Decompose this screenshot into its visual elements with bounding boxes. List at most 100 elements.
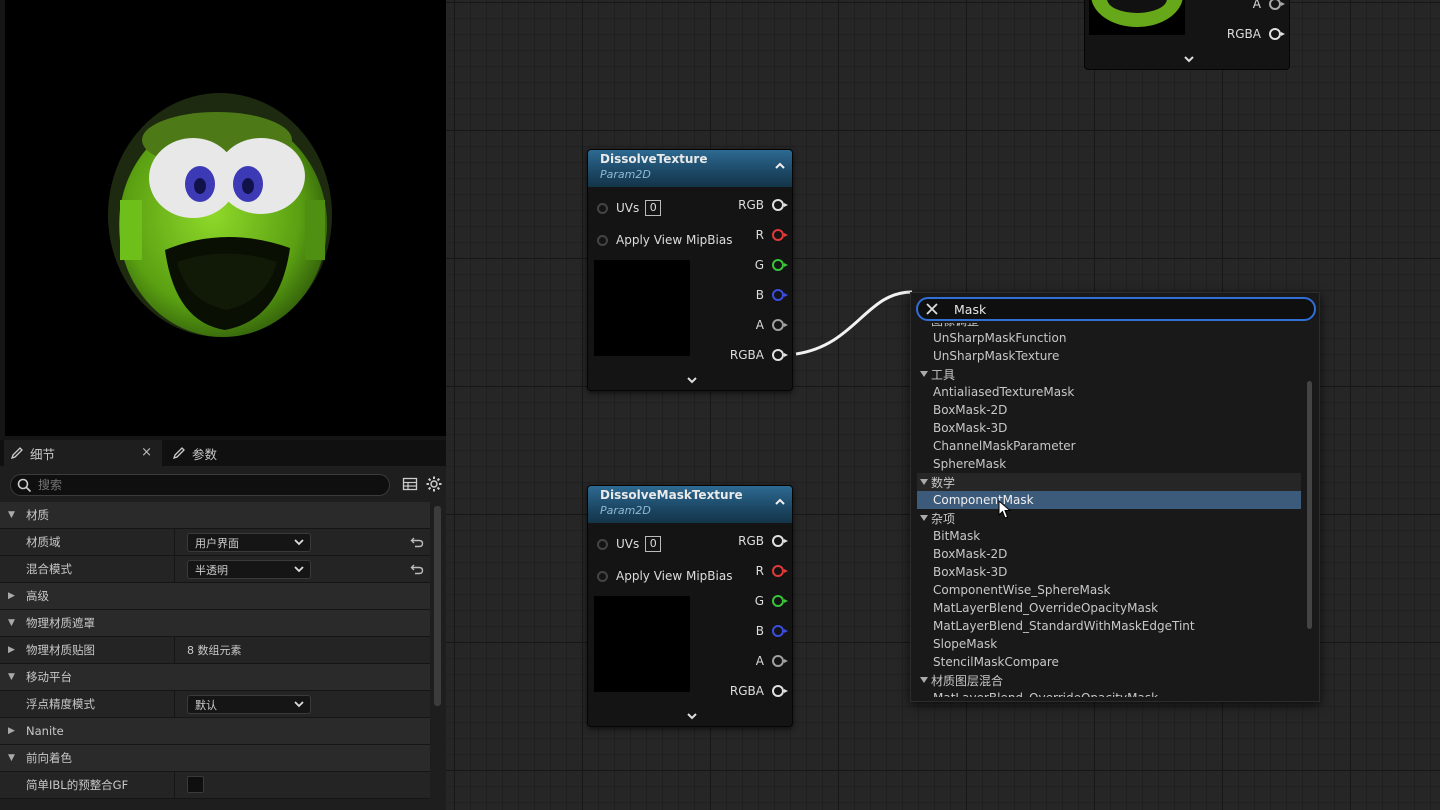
collapsed-arrow-icon[interactable]: ▶ [8,645,18,655]
input-pin[interactable]: UVs 0 [597,199,662,217]
property-row[interactable]: ▶ 物理材质贴图 8 数组元素 [0,637,430,664]
result-item[interactable]: BoxMask-2D [917,401,1301,419]
output-pin[interactable]: R [756,562,788,580]
category-row[interactable]: ▼ 前向着色 [0,745,430,772]
row-label: 物理材质遮罩 [26,616,95,630]
output-pin[interactable]: RGBA [730,346,788,364]
property-dropdown[interactable]: 用户界面 [187,533,311,552]
texture-parameter-node[interactable]: DissolveTexture Param2D UVs 0 Apply View Mip… [587,149,793,391]
pin-circle-icon [772,565,788,577]
output-pin-label: G [754,594,764,608]
output-pin[interactable]: A [756,652,788,670]
property-dropdown[interactable]: 半透明 [187,560,311,579]
output-pin-a[interactable]: A [1253,0,1285,13]
result-item[interactable]: SphereMask [917,455,1301,473]
collapsed-arrow-icon[interactable]: ▶ [8,726,18,736]
expanded-arrow-icon[interactable]: ▼ [8,510,18,520]
row-label: 高级 [26,589,49,603]
clear-search-icon[interactable] [926,303,938,315]
output-pin-rgba[interactable]: RGBA [1227,25,1285,43]
result-item[interactable]: MatLayerBlend_StandardWithMaskEdgeTint [917,617,1301,635]
property-checkbox[interactable] [187,776,204,793]
details-search-input[interactable] [38,478,358,492]
material-preview-viewport[interactable] [5,0,446,436]
expanded-arrow-icon[interactable]: ▼ [8,753,18,763]
chevron-up-icon[interactable] [774,496,786,506]
output-pin[interactable]: G [754,592,788,610]
result-item[interactable]: MatLayerBlend_OverrideOpacityMask [917,689,1301,697]
result-item[interactable]: StencilMaskCompare [917,653,1301,671]
result-category[interactable]: 材质图层混合 [917,671,1301,689]
property-row[interactable]: 材质域 用户界面 [0,529,430,556]
output-pin[interactable]: RGB [738,196,788,214]
result-item[interactable]: BoxMask-2D [917,545,1301,563]
result-item[interactable]: UnSharpMaskFunction [917,329,1301,347]
output-pin[interactable]: G [755,256,788,274]
expanded-arrow-icon[interactable]: ▼ [8,672,18,682]
details-panel: ▼ 材质材质域 用户界面混合模式 半透明 ▶ 高级 ▼ 物理材质遮罩 ▶ 物理材质贴图 8 数组元素… [0,466,446,810]
node-search-input[interactable] [954,301,1294,317]
category-row[interactable]: ▶ 高级 [0,583,430,610]
output-pin[interactable]: A [756,316,788,334]
chevron-up-icon[interactable] [774,160,786,170]
chevron-down-icon[interactable] [1183,55,1195,65]
tab-details[interactable]: 细节 × [4,440,162,466]
output-pin[interactable]: RGB [738,532,788,550]
details-search-box[interactable] [10,474,390,496]
row-label: 材质 [26,508,49,522]
result-label: 材质图层混合 [931,673,1004,688]
output-pin[interactable]: B [756,622,788,640]
details-scrollbar[interactable] [434,506,441,706]
result-item[interactable]: BoxMask-3D [917,563,1301,581]
collapsed-arrow-icon[interactable]: ▶ [8,591,18,601]
input-pin-label: Apply View MipBias [616,233,733,247]
node-search-menu[interactable]: 图像调整 UnSharpMaskFunction UnSharpMaskTextur… [910,292,1320,702]
uv-index-field[interactable]: 0 [645,536,662,552]
node-header[interactable]: DissolveMaskTexture Param2D [588,486,792,523]
partial-texture-node[interactable]: A RGBA [1084,0,1290,70]
property-dropdown[interactable]: 默认 [187,695,311,714]
tab-parameters[interactable]: 参数 [166,440,217,466]
reset-to-default-icon[interactable] [410,535,424,549]
result-category[interactable]: 数学 [917,473,1301,491]
result-item[interactable]: BoxMask-3D [917,419,1301,437]
close-details-tab-button[interactable]: × [141,445,152,460]
node-search-box[interactable] [916,297,1316,321]
reset-to-default-icon[interactable] [410,562,424,576]
output-pin[interactable]: R [756,226,788,244]
input-pin[interactable]: Apply View MipBias [597,231,732,249]
result-item[interactable]: AntialiasedTextureMask [917,383,1301,401]
input-pin[interactable]: Apply View MipBias [597,567,732,585]
input-pin[interactable]: UVs 0 [597,535,662,553]
chevron-down-icon[interactable] [686,712,698,722]
result-item[interactable]: ComponentMask [917,491,1301,509]
category-row[interactable]: ▼ 材质 [0,502,430,529]
result-item[interactable]: SlopeMask [917,635,1301,653]
property-row[interactable]: 简单IBL的预整合GF [0,772,430,799]
chevron-down-icon[interactable] [686,376,698,386]
result-category[interactable]: 工具 [917,365,1301,383]
result-item[interactable]: ChannelMaskParameter [917,437,1301,455]
category-row[interactable]: ▶ Nanite [0,718,430,745]
texture-parameter-node[interactable]: DissolveMaskTexture Param2D UVs 0 Apply View… [587,485,793,727]
category-row[interactable]: ▼ 物理材质遮罩 [0,610,430,637]
property-row[interactable]: 混合模式 半透明 [0,556,430,583]
pin-circle-icon [772,229,788,241]
result-item[interactable]: MatLayerBlend_OverrideOpacityMask [917,599,1301,617]
uv-index-field[interactable]: 0 [645,200,662,216]
result-item[interactable]: UnSharpMaskTexture [917,347,1301,365]
result-item[interactable]: BitMask [917,527,1301,545]
property-row[interactable]: 浮点精度模式 默认 [0,691,430,718]
result-category[interactable]: 杂项 [917,509,1301,527]
node-header[interactable]: DissolveTexture Param2D [588,150,792,187]
expanded-arrow-icon[interactable]: ▼ [8,618,18,628]
result-item[interactable]: ComponentWise_SphereMask [917,581,1301,599]
pin-circle-icon [772,259,788,271]
table-view-icon[interactable] [402,476,418,492]
results-scrollbar[interactable] [1307,381,1312,629]
settings-gear-icon[interactable] [426,476,442,492]
output-pin[interactable]: B [756,286,788,304]
output-pin[interactable]: RGBA [730,682,788,700]
category-row[interactable]: ▼ 移动平台 [0,664,430,691]
result-label: MatLayerBlend_StandardWithMaskEdgeTint [933,619,1195,633]
